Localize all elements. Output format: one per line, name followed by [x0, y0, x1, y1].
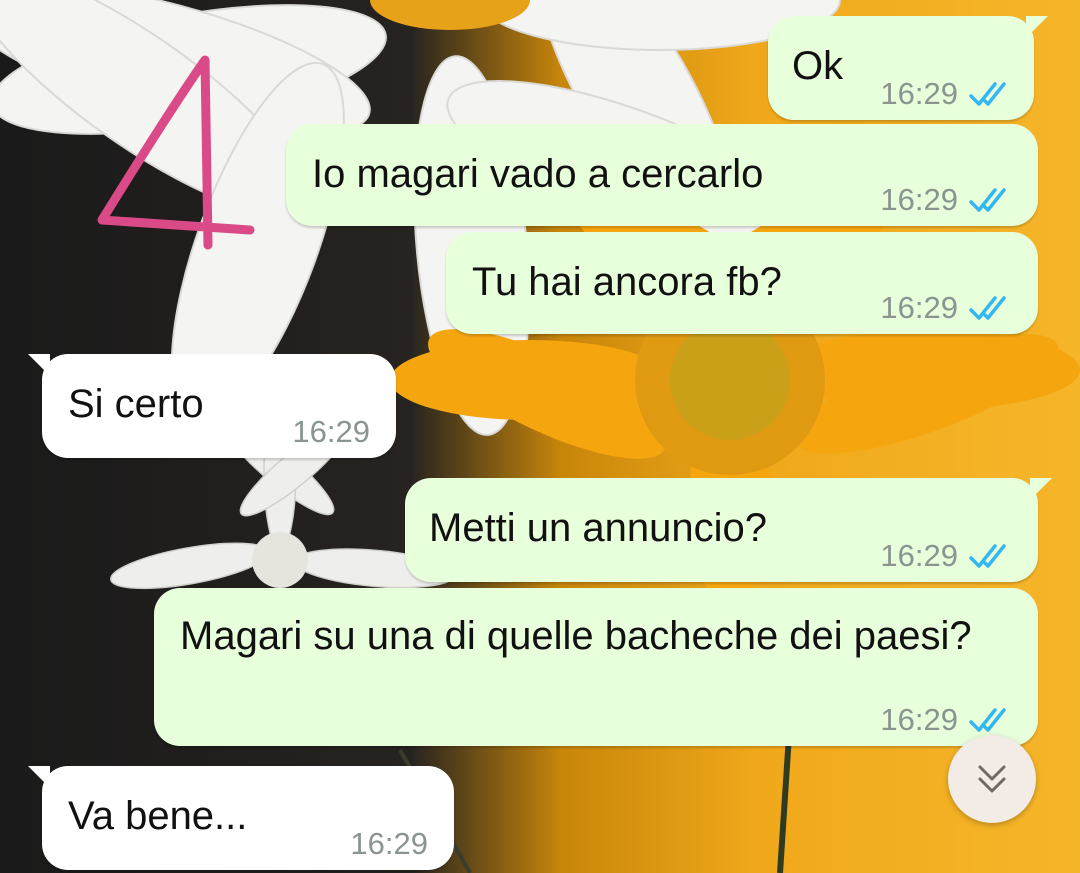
- double-check-icon: [969, 188, 1006, 212]
- message-timestamp: 16:29: [880, 182, 958, 217]
- message-timestamp: 16:29: [880, 702, 958, 737]
- message-text: Metti un annuncio?: [429, 506, 768, 550]
- message-text: Tu hai ancora fb?: [472, 260, 782, 304]
- message-bubble-outgoing[interactable]: Metti un annuncio? 16:29: [405, 478, 1052, 584]
- double-check-icon: [969, 544, 1006, 568]
- message-meta: 16:29: [880, 280, 1012, 336]
- message-meta: 16:29: [292, 404, 370, 460]
- message-timestamp: 16:29: [880, 538, 958, 573]
- handwritten-number-annotation: [80, 40, 270, 265]
- message-timestamp: 16:29: [350, 826, 428, 861]
- bubble-tail: [1026, 16, 1048, 38]
- double-check-icon: [969, 296, 1006, 320]
- chevron-double-down-icon: [978, 765, 1006, 793]
- message-meta: 16:29: [880, 172, 1012, 228]
- message-text: Ok: [792, 44, 844, 88]
- message-bubble-incoming[interactable]: Si certo 16:29: [28, 354, 396, 460]
- message-text: Si certo: [68, 382, 204, 426]
- message-timestamp: 16:29: [292, 414, 370, 449]
- message-meta: 16:29: [350, 816, 428, 872]
- double-check-icon: [969, 82, 1006, 106]
- message-bubble-outgoing[interactable]: Tu hai ancora fb? 16:29: [446, 232, 1038, 334]
- message-meta: 16:29: [880, 528, 1012, 584]
- message-text: Io magari vado a cercarlo: [312, 152, 764, 196]
- bubble-tail: [1030, 478, 1052, 500]
- message-timestamp: 16:29: [880, 76, 958, 111]
- message-text: Va bene...: [68, 794, 248, 838]
- message-bubble-outgoing[interactable]: Ok 16:29: [768, 16, 1048, 122]
- message-bubble-outgoing[interactable]: Io magari vado a cercarlo 16:29: [286, 124, 1038, 226]
- double-check-icon: [969, 708, 1006, 732]
- message-timestamp: 16:29: [880, 290, 958, 325]
- message-bubble-outgoing[interactable]: Magari su una di quelle bacheche dei pae…: [154, 588, 1038, 746]
- bubble-tail: [28, 766, 50, 788]
- message-text: Magari su una di quelle bacheche dei pae…: [180, 614, 972, 658]
- message-meta: 16:29: [880, 66, 1012, 122]
- message-bubble-incoming[interactable]: Va bene... 16:29: [28, 766, 454, 872]
- bubble-tail: [28, 354, 50, 376]
- scroll-to-bottom-button[interactable]: [948, 735, 1036, 823]
